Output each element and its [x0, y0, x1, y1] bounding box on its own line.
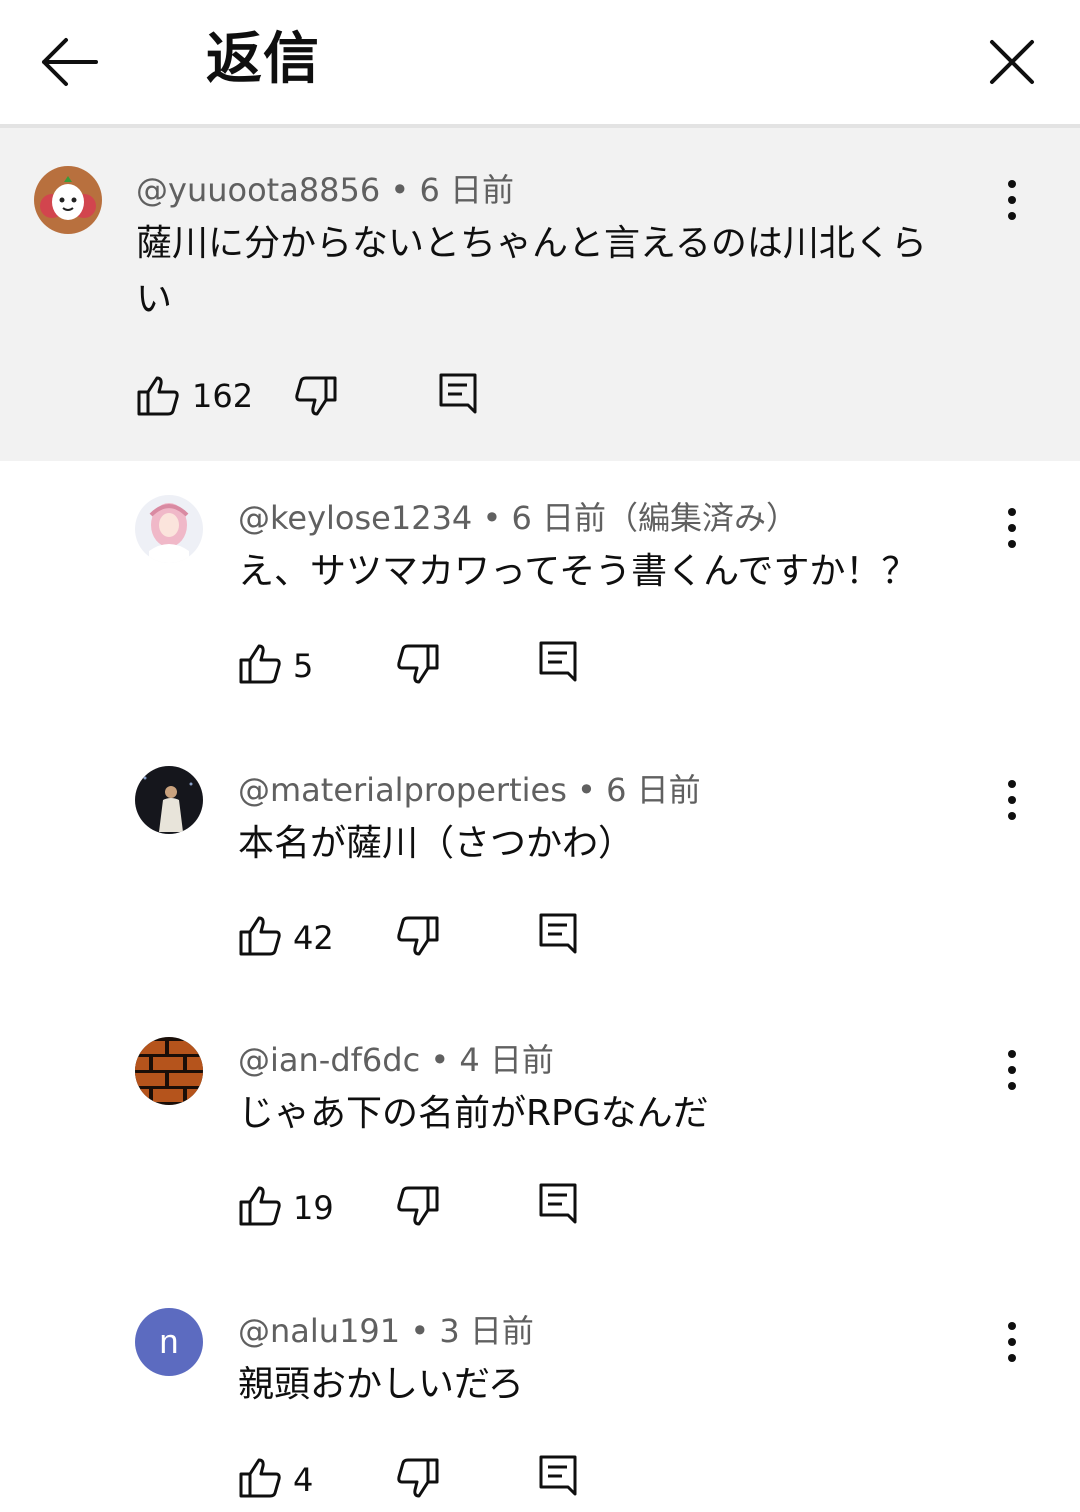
- more-vert-icon[interactable]: [1000, 1318, 1024, 1366]
- more-vert-icon[interactable]: [1000, 776, 1024, 824]
- like-count: 4: [293, 1461, 314, 1499]
- comment-text: 本名が薩川（さつかわ）: [238, 823, 635, 864]
- thumbs-down-icon[interactable]: [396, 1184, 440, 1228]
- comment-meta: @ian-df6dc • 4 日前: [238, 1041, 554, 1079]
- more-vert-icon[interactable]: [1000, 1046, 1024, 1094]
- comment-text-line-2: い: [136, 279, 173, 320]
- more-vert-icon[interactable]: [1000, 176, 1024, 224]
- close-icon[interactable]: [984, 34, 1040, 90]
- comment-text: じゃあ下の名前がRPGなんだ: [238, 1093, 709, 1134]
- comment-text: 親頭おかしいだろ: [238, 1364, 524, 1405]
- avatar[interactable]: [135, 766, 203, 834]
- avatar[interactable]: [34, 166, 102, 234]
- comment-reply-icon[interactable]: [538, 1182, 578, 1226]
- comment-meta: @keylose1234 • 6 日前（編集済み）: [238, 499, 799, 537]
- like-count: 19: [293, 1189, 334, 1227]
- thumbs-down-icon[interactable]: [396, 642, 440, 686]
- page-title: 返信: [206, 27, 320, 92]
- top-bar: 返信: [0, 0, 1080, 128]
- thumbs-up-icon[interactable]: [238, 1184, 282, 1228]
- thumbs-up-icon[interactable]: [136, 374, 180, 418]
- thumbs-up-icon[interactable]: [238, 1456, 282, 1500]
- thumbs-down-icon[interactable]: [294, 374, 338, 418]
- like-count: 5: [293, 647, 314, 685]
- comment-meta: @nalu191 • 3 日前: [238, 1312, 534, 1350]
- avatar[interactable]: [135, 1037, 203, 1105]
- comment-reply-icon[interactable]: [538, 912, 578, 956]
- more-vert-icon[interactable]: [1000, 504, 1024, 552]
- comment-reply-icon[interactable]: [538, 640, 578, 684]
- parent-comment: @yuuoota8856 • 6 日前 薩川に分からないとちゃんと言えるのは川北…: [0, 128, 1080, 461]
- thumbs-up-icon[interactable]: [238, 914, 282, 958]
- avatar[interactable]: n: [135, 1308, 203, 1376]
- avatar[interactable]: [135, 495, 203, 563]
- like-count: 42: [293, 919, 334, 957]
- thumbs-down-icon[interactable]: [396, 1456, 440, 1500]
- back-arrow-icon[interactable]: [36, 32, 100, 92]
- comment-meta: @yuuoota8856 • 6 日前: [136, 171, 515, 209]
- like-count: 162: [192, 377, 254, 415]
- comment-reply-icon[interactable]: [438, 372, 478, 416]
- thumbs-down-icon[interactable]: [396, 914, 440, 958]
- thumbs-up-icon[interactable]: [238, 642, 282, 686]
- comment-text-line-1: 薩川に分からないとちゃんと言えるのは川北くら: [136, 223, 927, 264]
- comment-reply-icon[interactable]: [538, 1454, 578, 1498]
- comment-text: え、サツマカワってそう書くんですか！？: [238, 551, 918, 592]
- comment-meta: @materialproperties • 6 日前: [238, 771, 701, 809]
